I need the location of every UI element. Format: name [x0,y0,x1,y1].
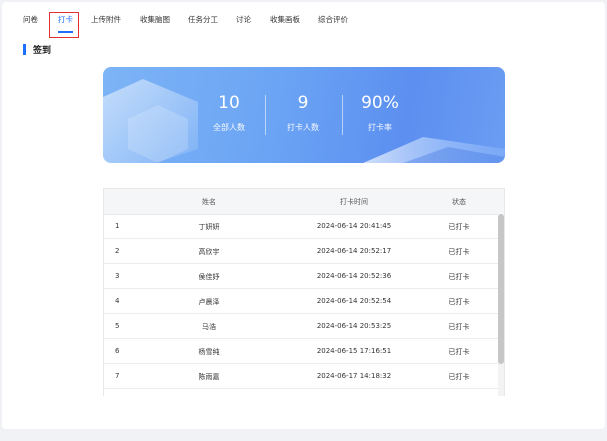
row-name: 陈雨嘉 [198,373,220,381]
section-marker [23,44,26,55]
stat-checked-label: 打卡人数 [287,123,319,132]
checkin-table: 姓名 打卡时间 状态 1 丁妍妍 2024-06-14 20:41:45 已打卡… [103,188,505,396]
tab-bar: 问卷 打卡 上传附件 收集脑图 任务分工 讨论 收集画板 综合评价 [2,2,605,38]
tab-comprehensive-evaluation[interactable]: 综合评价 [318,14,348,25]
table-row: 7 陈雨嘉 2024-06-17 14:18:32 已打卡 [104,364,499,389]
table-header: 姓名 打卡时间 状态 [104,189,504,215]
row-name: 丁妍妍 [198,223,220,231]
row-status: 已打卡 [448,348,470,356]
tab-collect-board[interactable]: 收集画板 [270,14,300,25]
row-name: 侯佳妤 [198,273,220,281]
stat-checked-value: 9 [297,93,309,113]
stat-total-value: 10 [218,93,240,113]
row-index: 5 [115,322,120,330]
row-status: 已打卡 [448,248,470,256]
table-row: 4 卢晨泽 2024-06-14 20:52:54 已打卡 [104,289,499,314]
row-name: 马浩 [202,323,216,331]
header-status: 状态 [452,198,466,206]
row-status: 已打卡 [448,273,470,281]
row-status: 已打卡 [448,373,470,381]
row-index: 2 [115,247,120,255]
row-name: 卢晨泽 [198,298,220,306]
table-row: 2 高欣宇 2024-06-14 20:52:17 已打卡 [104,239,499,264]
row-name: 杨雪纯 [198,348,220,356]
tab-questionnaire[interactable]: 问卷 [23,14,38,25]
row-status: 已打卡 [448,298,470,306]
row-index: 4 [115,297,120,305]
row-index: 3 [115,272,120,280]
tab-collect-mindmap[interactable]: 收集脑图 [140,14,170,25]
stat-total-label: 全部人数 [213,123,245,132]
tab-upload-attachment[interactable]: 上传附件 [91,14,121,25]
highlight-box [49,12,79,38]
row-status: 已打卡 [448,323,470,331]
header-name: 姓名 [202,198,216,206]
stat-rate-value: 90% [361,93,399,113]
row-index: 7 [115,372,120,380]
section-title: 签到 [33,46,52,56]
table-row: 6 杨雪纯 2024-06-15 17:16:51 已打卡 [104,339,499,364]
banner-decoration [103,79,505,163]
table-row: 1 丁妍妍 2024-06-14 20:41:45 已打卡 [104,214,499,239]
row-status: 已打卡 [448,223,470,231]
tab-discussion[interactable]: 讨论 [236,14,251,25]
tab-task-division[interactable]: 任务分工 [188,14,218,25]
row-name: 高欣宇 [198,248,220,256]
stat-rate-label: 打卡率 [368,123,392,132]
row-index: 1 [115,222,120,230]
table-row: 3 侯佳妤 2024-06-14 20:52:36 已打卡 [104,264,499,289]
table-row: 5 马浩 2024-06-14 20:53:25 已打卡 [104,314,499,339]
scrollbar-thumb[interactable] [498,214,504,364]
stats-banner: 10 全部人数 9 打卡人数 90% 打卡率 [103,67,505,163]
row-index: 6 [115,347,120,355]
